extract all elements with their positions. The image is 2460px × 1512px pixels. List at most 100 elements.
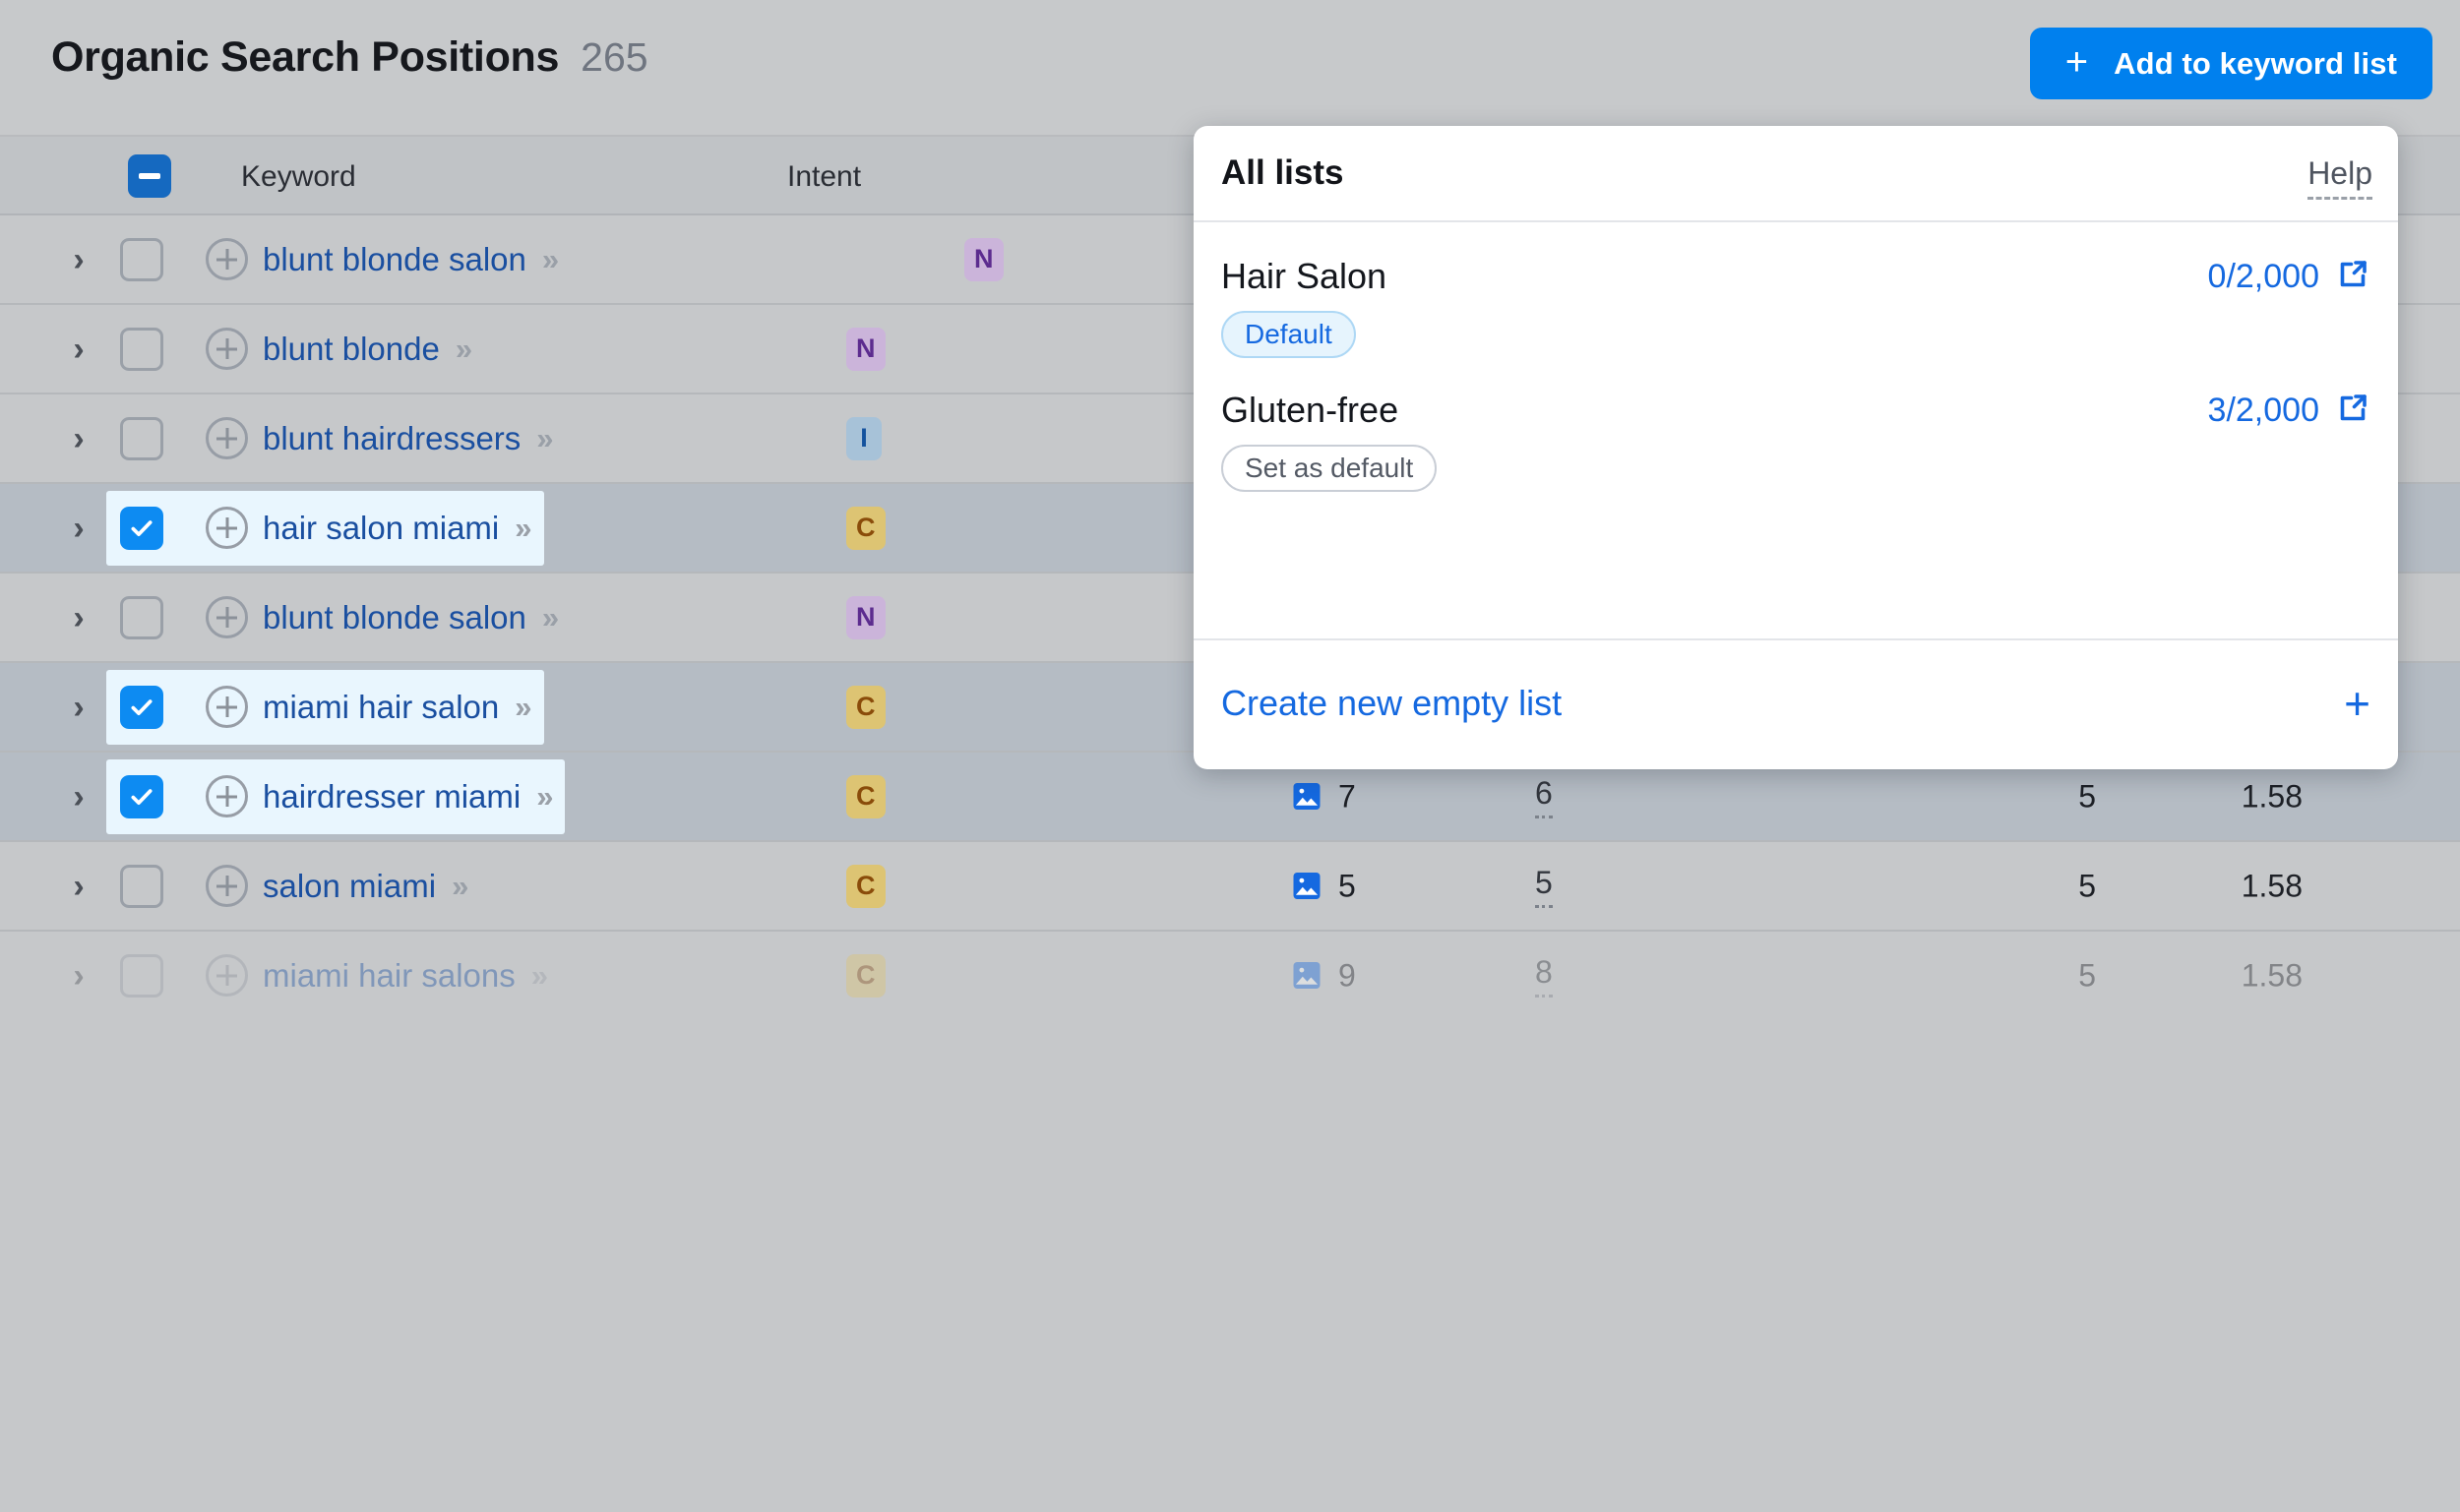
select-all-checkbox[interactable] (128, 154, 171, 198)
expand-row-caret-icon[interactable]: › (59, 215, 98, 305)
keyword-link[interactable]: blunt hairdressers (263, 420, 521, 457)
intent-badge[interactable]: C (846, 953, 886, 998)
keyword-link[interactable]: hair salon miami (263, 510, 499, 547)
keyword-link[interactable]: miami hair salons (263, 957, 516, 995)
set-as-default-button[interactable]: Set as default (1221, 445, 1438, 492)
list-count: 3/2,000 (2207, 391, 2319, 429)
keyword-link[interactable]: blunt blonde salon (263, 599, 526, 636)
add-to-keyword-list-button[interactable]: + Add to keyword list (2029, 28, 2432, 99)
default-badge: Default (1221, 311, 1356, 358)
all-lists-dropdown-panel: All lists Help Hair Salon 0/2,000 Defaul… (1194, 126, 2398, 769)
keyword-link[interactable]: miami hair salon (263, 689, 499, 726)
image-icon[interactable] (1289, 779, 1324, 815)
column-header-intent[interactable]: Intent (787, 160, 861, 194)
keyword-cell[interactable]: blunt blonde salon » (106, 580, 571, 655)
page-header: Organic Search Positions 265 + Add to ke… (0, 0, 2460, 137)
list-item[interactable]: Gluten-free 3/2,000 Set as default (1194, 358, 2398, 492)
expand-row-caret-icon[interactable]: › (59, 663, 98, 753)
help-link[interactable]: Help (2307, 155, 2372, 200)
kd-value: 1.58 (2241, 778, 2303, 814)
add-keyword-icon[interactable] (206, 328, 248, 370)
keyword-overview-chevron-icon[interactable]: » (456, 332, 472, 367)
position-value[interactable]: 8 (1535, 954, 1553, 998)
expand-row-caret-icon[interactable]: › (59, 932, 98, 1021)
list-meta: 0/2,000 (2208, 257, 2370, 297)
add-keyword-icon[interactable] (206, 954, 248, 997)
keyword-cell[interactable]: hairdresser miami » (106, 758, 566, 834)
column-header-keyword[interactable]: Keyword (241, 160, 356, 194)
row-checkbox[interactable] (120, 864, 163, 908)
serp-features-cell: 9 (1289, 957, 1356, 994)
image-icon[interactable] (1289, 869, 1324, 904)
add-keyword-icon[interactable] (206, 865, 248, 907)
table-row[interactable]: › salon miami » C 5 5 5 1.58 (0, 842, 2460, 932)
add-keyword-icon[interactable] (206, 596, 248, 638)
keyword-cell[interactable]: miami hair salons » (106, 938, 560, 1013)
list-item-header: Hair Salon 0/2,000 (1221, 256, 2370, 297)
add-keyword-icon[interactable] (206, 417, 248, 459)
keyword-link[interactable]: hairdresser miami (263, 778, 521, 816)
external-link-icon[interactable] (2335, 391, 2370, 431)
row-checkbox[interactable] (120, 774, 163, 818)
intent-badge[interactable]: C (846, 506, 886, 550)
keyword-overview-chevron-icon[interactable]: » (536, 779, 553, 815)
keyword-overview-chevron-icon[interactable]: » (542, 242, 559, 277)
keyword-link[interactable]: salon miami (263, 868, 436, 905)
indeterminate-dash-icon (139, 173, 160, 179)
list-item[interactable]: Hair Salon 0/2,000 Default (1194, 222, 2398, 358)
expand-row-caret-icon[interactable]: › (59, 574, 98, 663)
keyword-link[interactable]: blunt blonde (263, 331, 440, 368)
expand-row-caret-icon[interactable]: › (59, 842, 98, 932)
expand-row-caret-icon[interactable]: › (59, 305, 98, 394)
serp-features-cell: 7 (1289, 778, 1356, 815)
keyword-cell[interactable]: blunt blonde » (106, 312, 484, 387)
list-item-header: Gluten-free 3/2,000 (1221, 390, 2370, 431)
add-keyword-icon[interactable] (206, 507, 248, 549)
intent-badge[interactable]: C (846, 685, 886, 729)
kd-value: 1.58 (2241, 868, 2303, 903)
keyword-overview-chevron-icon[interactable]: » (542, 600, 559, 635)
intent-badge[interactable]: N (964, 237, 1004, 281)
keyword-overview-chevron-icon[interactable]: » (531, 958, 548, 994)
add-keyword-icon[interactable] (206, 775, 248, 817)
intent-badge[interactable]: N (846, 595, 886, 639)
intent-badge[interactable]: N (846, 327, 886, 371)
row-checkbox[interactable] (120, 506, 163, 550)
add-keyword-icon[interactable] (206, 686, 248, 728)
keyword-cell[interactable]: salon miami » (106, 849, 480, 924)
serp-features-cell: 5 (1289, 868, 1356, 904)
row-checkbox[interactable] (120, 953, 163, 998)
keyword-cell[interactable]: blunt blonde salon » (106, 222, 571, 297)
table-row[interactable]: › miami hair salons » C 9 8 5 1.58 (0, 932, 2460, 1021)
row-checkbox[interactable] (120, 327, 163, 371)
position-value[interactable]: 5 (1535, 865, 1553, 908)
create-new-empty-list-link[interactable]: Create new empty list (1221, 683, 1562, 724)
external-link-icon[interactable] (2335, 257, 2370, 297)
keyword-overview-chevron-icon[interactable]: » (515, 690, 531, 725)
expand-row-caret-icon[interactable]: › (59, 394, 98, 484)
position-value[interactable]: 6 (1535, 775, 1553, 818)
row-checkbox[interactable] (120, 237, 163, 281)
row-checkbox[interactable] (120, 685, 163, 729)
expand-row-caret-icon[interactable]: › (59, 484, 98, 574)
list-name[interactable]: Gluten-free (1221, 390, 1398, 431)
keyword-cell[interactable]: hair salon miami » (106, 490, 544, 566)
list-name[interactable]: Hair Salon (1221, 256, 1386, 297)
plus-icon[interactable]: + (2344, 681, 2370, 726)
page-title: Organic Search Positions (51, 33, 560, 81)
intent-badge[interactable]: I (846, 416, 882, 460)
traffic-value: 5 (2078, 868, 2096, 903)
intent-badge[interactable]: C (846, 864, 886, 908)
expand-row-caret-icon[interactable]: › (59, 753, 98, 842)
keyword-overview-chevron-icon[interactable]: » (536, 421, 553, 456)
keyword-cell[interactable]: miami hair salon » (106, 669, 544, 745)
keyword-cell[interactable]: blunt hairdressers » (106, 401, 566, 476)
row-checkbox[interactable] (120, 595, 163, 639)
keyword-link[interactable]: blunt blonde salon (263, 241, 526, 278)
row-checkbox[interactable] (120, 416, 163, 460)
keyword-overview-chevron-icon[interactable]: » (515, 511, 531, 546)
add-keyword-icon[interactable] (206, 238, 248, 280)
keyword-overview-chevron-icon[interactable]: » (452, 869, 468, 904)
image-icon[interactable] (1289, 958, 1324, 994)
intent-badge[interactable]: C (846, 774, 886, 818)
